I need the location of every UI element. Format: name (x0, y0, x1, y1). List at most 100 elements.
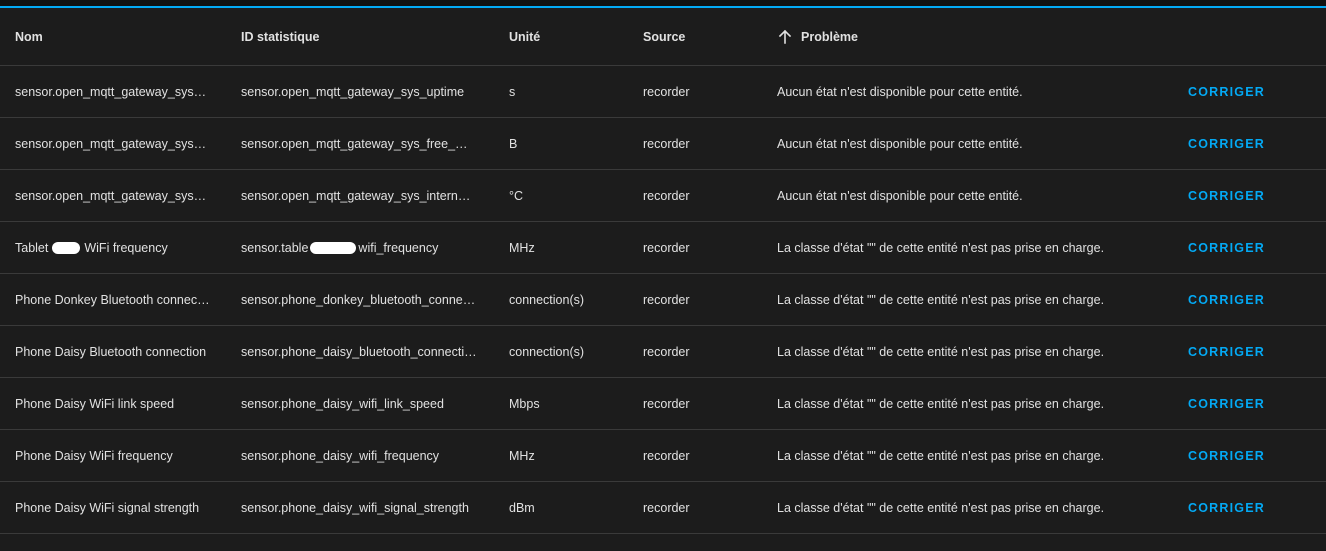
column-header-source[interactable]: Source (643, 8, 763, 65)
cell-problem: La classe d'état "" de cette entité n'es… (777, 482, 1167, 533)
row-statistic-id: sensor.phone_daisy_wifi_signal_strength (241, 500, 469, 515)
fix-button[interactable]: CORRIGER (1188, 449, 1265, 463)
table-row[interactable]: sensor.open_mqtt_gateway_sys_uptime senso… (0, 66, 1326, 118)
row-problem: Aucun état n'est disponible pour cette e… (777, 84, 1023, 99)
column-header-unit[interactable]: Unité (509, 8, 629, 65)
row-problem: Aucun état n'est disponible pour cette e… (777, 136, 1023, 151)
table-row[interactable]: Phone Daisy WiFi link speed sensor.phone_… (0, 378, 1326, 430)
row-name: Phone Daisy WiFi frequency (15, 448, 173, 463)
column-header-statistic-id-label: ID statistique (241, 29, 320, 44)
row-unit: connection(s) (509, 292, 585, 307)
row-problem: La classe d'état "" de cette entité n'es… (777, 240, 1105, 255)
cell-action: CORRIGER (1188, 430, 1308, 481)
fix-button[interactable]: CORRIGER (1188, 85, 1265, 99)
table-row[interactable]: sensor.open_mqtt_gateway_sys_internal_te… (0, 170, 1326, 222)
row-unit: B (509, 136, 518, 151)
cell-action: CORRIGER (1188, 222, 1308, 273)
fix-button[interactable]: CORRIGER (1188, 501, 1265, 515)
column-header-name-label: Nom (15, 29, 43, 44)
row-name: sensor.open_mqtt_gateway_sys_uptime (15, 84, 211, 99)
cell-problem: La classe d'état "" de cette entité n'es… (777, 274, 1167, 325)
cell-statistic-id: sensor.open_mqtt_gateway_sys_internal_te… (241, 170, 477, 221)
row-statistic-id: sensor.open_mqtt_gateway_sys_free_memory (241, 136, 477, 151)
row-source: recorder (643, 136, 690, 151)
row-statistic-id: sensor.open_mqtt_gateway_sys_uptime (241, 84, 465, 99)
cell-name: sensor.open_mqtt_gateway_sys_internal_te… (15, 170, 211, 221)
cell-statistic-id: sensor.phone_daisy_wifi_frequency (241, 430, 477, 481)
row-name: Phone Daisy Bluetooth connection (15, 344, 207, 359)
cell-unit: Mbps (509, 378, 629, 429)
column-header-problem[interactable]: Problème (777, 8, 1167, 65)
column-header-statistic-id[interactable]: ID statistique (241, 8, 477, 65)
row-name: sensor.open_mqtt_gateway_sys_free_memory (15, 136, 211, 151)
cell-statistic-id: sensor.table wifi_frequency (241, 222, 477, 273)
row-statistic-id: sensor.phone_daisy_wifi_frequency (241, 448, 440, 463)
cell-problem: La classe d'état "" de cette entité n'es… (777, 326, 1167, 377)
row-unit: °C (509, 188, 524, 203)
fix-button[interactable]: CORRIGER (1188, 345, 1265, 359)
cell-problem: La classe d'état "" de cette entité n'es… (777, 430, 1167, 481)
cell-problem: Aucun état n'est disponible pour cette e… (777, 118, 1167, 169)
cell-action: CORRIGER (1188, 118, 1308, 169)
column-header-source-label: Source (643, 29, 686, 44)
table-header-row: Nom ID statistique Unité Source Problème (0, 8, 1326, 66)
row-problem: La classe d'état "" de cette entité n'es… (777, 344, 1105, 359)
fix-button[interactable]: CORRIGER (1188, 241, 1265, 255)
row-name: Phone Daisy WiFi link speed (15, 396, 175, 411)
row-unit: connection(s) (509, 344, 585, 359)
row-name-prefix: Tablet (15, 240, 49, 255)
row-unit: Mbps (509, 396, 540, 411)
row-source: recorder (643, 84, 690, 99)
row-unit: dBm (509, 500, 535, 515)
cell-source: recorder (643, 430, 763, 481)
column-header-name[interactable]: Nom (15, 8, 211, 65)
cell-statistic-id: sensor.phone_daisy_wifi_link_speed (241, 378, 477, 429)
table-row[interactable]: sensor.open_mqtt_gateway_sys_free_memory… (0, 118, 1326, 170)
cell-unit: B (509, 118, 629, 169)
cell-name: Phone Daisy WiFi signal strength (15, 482, 211, 533)
cell-statistic-id: sensor.phone_daisy_wifi_signal_strength (241, 482, 477, 533)
row-name: Phone Donkey Bluetooth connection (15, 292, 211, 307)
row-source: recorder (643, 396, 690, 411)
cell-source: recorder (643, 378, 763, 429)
table-row[interactable]: Phone Daisy Bluetooth connection sensor.p… (0, 326, 1326, 378)
cell-unit: MHz (509, 430, 629, 481)
cell-problem: Aucun état n'est disponible pour cette e… (777, 66, 1167, 117)
row-problem: La classe d'état "" de cette entité n'es… (777, 292, 1105, 307)
cell-name: sensor.open_mqtt_gateway_sys_free_memory (15, 118, 211, 169)
fix-button[interactable]: CORRIGER (1188, 189, 1265, 203)
cell-source: recorder (643, 482, 763, 533)
table-row[interactable]: Phone Daisy WiFi frequency sensor.phone_d… (0, 430, 1326, 482)
cell-action: CORRIGER (1188, 170, 1308, 221)
cell-unit: connection(s) (509, 326, 629, 377)
row-name: Phone Daisy WiFi signal strength (15, 500, 200, 515)
cell-name: sensor.open_mqtt_gateway_sys_uptime (15, 66, 211, 117)
table-row[interactable]: Phone Donkey Bluetooth connection sensor.… (0, 274, 1326, 326)
cell-unit: s (509, 66, 629, 117)
arrow-up-icon (777, 29, 793, 45)
fix-button[interactable]: CORRIGER (1188, 137, 1265, 151)
table-row[interactable]: Tablet WiFi frequency sensor.table wifi_fre… (0, 222, 1326, 274)
row-name: sensor.open_mqtt_gateway_sys_internal_te… (15, 188, 211, 203)
row-unit: MHz (509, 240, 535, 255)
row-unit: s (509, 84, 516, 99)
row-problem: Aucun état n'est disponible pour cette e… (777, 188, 1023, 203)
row-source: recorder (643, 240, 690, 255)
row-source: recorder (643, 448, 690, 463)
row-problem: La classe d'état "" de cette entité n'es… (777, 500, 1105, 515)
table-row[interactable]: Phone Daisy WiFi signal strength sensor.p… (0, 482, 1326, 534)
cell-name: Phone Daisy WiFi link speed (15, 378, 211, 429)
cell-action: CORRIGER (1188, 378, 1308, 429)
cell-source: recorder (643, 274, 763, 325)
cell-source: recorder (643, 170, 763, 221)
cell-unit: dBm (509, 482, 629, 533)
row-source: recorder (643, 500, 690, 515)
fix-button[interactable]: CORRIGER (1188, 293, 1265, 307)
cell-name: Phone Donkey Bluetooth connection (15, 274, 211, 325)
cell-name: Tablet WiFi frequency (15, 222, 211, 273)
cell-source: recorder (643, 222, 763, 273)
row-statistic-id-suffix: wifi_frequency (358, 240, 439, 255)
row-statistic-id: sensor.table wifi_frequency (241, 241, 477, 255)
cell-unit: °C (509, 170, 629, 221)
fix-button[interactable]: CORRIGER (1188, 397, 1265, 411)
